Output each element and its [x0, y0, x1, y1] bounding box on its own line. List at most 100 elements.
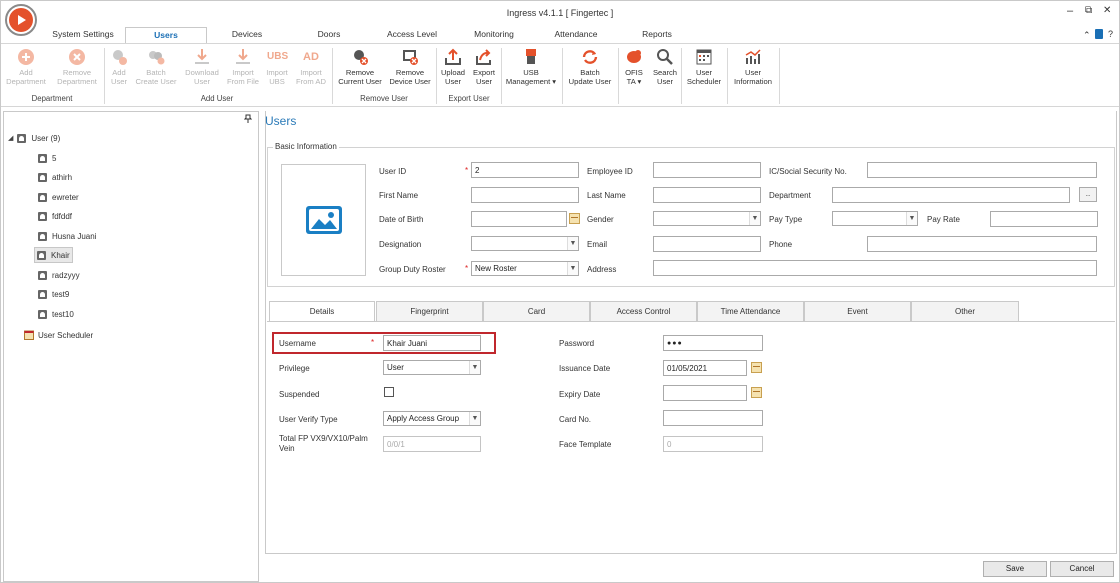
- privilege-value: User: [387, 363, 404, 372]
- tree-item-user[interactable]: Husna Juani: [36, 228, 98, 244]
- batch-update-user-button[interactable]: Batch Update User: [565, 48, 615, 86]
- address-field[interactable]: [653, 260, 1097, 276]
- upload-user-button[interactable]: Upload User: [438, 48, 468, 86]
- calendar-icon[interactable]: [751, 387, 762, 398]
- add-user-button[interactable]: Add User: [106, 48, 132, 86]
- tab-event[interactable]: Event: [804, 301, 911, 321]
- pay-rate-field[interactable]: [990, 211, 1098, 227]
- tree-item-user[interactable]: test9: [36, 286, 71, 302]
- tree-root-label: User (9): [31, 133, 61, 143]
- chevron-down-icon: ▼: [749, 212, 760, 225]
- import-ubs-button[interactable]: UBS Import UBS: [263, 48, 291, 86]
- tree-item-user[interactable]: fdfddf: [36, 208, 74, 224]
- tab-other[interactable]: Other: [911, 301, 1019, 321]
- tree-item-user-scheduler[interactable]: User Scheduler: [22, 327, 95, 343]
- privilege-dropdown[interactable]: User ▼: [383, 360, 481, 375]
- issuance-date-label: Issuance Date: [559, 364, 611, 373]
- designation-dropdown[interactable]: ▼: [471, 236, 579, 251]
- username-field[interactable]: Khair Juani: [383, 335, 481, 351]
- tree-item-user[interactable]: athirh: [36, 169, 74, 185]
- import-from-ad-button[interactable]: AD Import From AD: [294, 48, 328, 86]
- tab-attendance[interactable]: Attendance: [545, 29, 607, 39]
- department-label: Department: [769, 191, 811, 200]
- tab-devices[interactable]: Devices: [219, 29, 275, 39]
- user-verify-type-dropdown[interactable]: Apply Access Group ▼: [383, 411, 481, 426]
- first-name-field[interactable]: [471, 187, 579, 203]
- tab-system-settings[interactable]: System Settings: [45, 29, 121, 39]
- last-name-field[interactable]: [653, 187, 761, 203]
- user-icon: [38, 270, 47, 280]
- tab-monitoring[interactable]: Monitoring: [463, 29, 525, 39]
- remove-user-icon: [354, 50, 368, 65]
- tab-access-level[interactable]: Access Level: [379, 29, 445, 39]
- tab-users[interactable]: Users: [125, 27, 207, 44]
- batch-create-user-button[interactable]: Batch Create User: [134, 48, 178, 86]
- user-scheduler-button[interactable]: User Scheduler: [683, 48, 725, 86]
- ofis-ta-button[interactable]: OFIS TA ▾: [620, 48, 648, 86]
- usb-management-button[interactable]: USB Management ▾: [503, 48, 559, 86]
- tab-time-attendance[interactable]: Time Attendance: [697, 301, 804, 321]
- ubs-icon: UBS: [267, 51, 289, 62]
- cancel-button[interactable]: Cancel: [1050, 561, 1114, 577]
- user-id-field[interactable]: 2: [471, 162, 579, 178]
- suspended-checkbox[interactable]: [384, 387, 394, 397]
- issuance-date-field[interactable]: 01/05/2021: [663, 360, 747, 376]
- add-department-button[interactable]: Add Department: [3, 48, 49, 86]
- add-user-icon: [113, 50, 127, 65]
- ic-number-field[interactable]: [867, 162, 1097, 178]
- expiry-date-field[interactable]: [663, 385, 747, 401]
- ribbon-separator: [104, 48, 105, 104]
- tree-root[interactable]: ◢ User (9): [6, 130, 62, 146]
- search-user-button[interactable]: Search User: [651, 48, 679, 86]
- calendar-icon[interactable]: [751, 362, 762, 373]
- help-icon[interactable]: ?: [1108, 29, 1113, 39]
- department-field[interactable]: [832, 187, 1070, 203]
- tree-item-label: Husna Juani: [52, 231, 97, 241]
- pay-type-dropdown[interactable]: ▼: [832, 211, 918, 226]
- import-from-file-button[interactable]: Import From File: [225, 48, 261, 86]
- card-number-field[interactable]: [663, 410, 763, 426]
- export-user-button[interactable]: Export User: [469, 48, 499, 86]
- tree-item-user[interactable]: 5: [36, 150, 58, 166]
- tab-fingerprint[interactable]: Fingerprint: [376, 301, 483, 321]
- collapse-ribbon-icon[interactable]: ⌃: [1083, 30, 1091, 41]
- remove-device-user-button[interactable]: Remove Device User: [387, 48, 433, 86]
- chevron-down-icon: ▼: [567, 237, 578, 250]
- download-user-button[interactable]: Download User: [181, 48, 223, 86]
- collapse-arrow-icon[interactable]: ◢: [8, 134, 13, 142]
- restore-button[interactable]: ⧉: [1085, 5, 1092, 16]
- tree-item-user-selected[interactable]: Khair: [34, 247, 73, 263]
- save-button[interactable]: Save: [983, 561, 1047, 577]
- usb-management-label: USB Management ▾: [505, 68, 557, 86]
- employee-id-field[interactable]: [653, 162, 761, 178]
- ofis-icon: [627, 50, 641, 63]
- remove-department-button[interactable]: Remove Department: [53, 48, 101, 86]
- tab-reports[interactable]: Reports: [631, 29, 683, 39]
- tab-doors[interactable]: Doors: [301, 29, 357, 39]
- department-browse-button[interactable]: ..: [1079, 187, 1097, 202]
- email-field[interactable]: [653, 236, 761, 252]
- pay-type-label: Pay Type: [769, 215, 803, 224]
- group-add-user-label: Add User: [200, 94, 234, 103]
- user-photo[interactable]: [281, 164, 366, 276]
- group-duty-roster-dropdown[interactable]: New Roster ▼: [471, 261, 579, 276]
- tab-card[interactable]: Card: [483, 301, 590, 321]
- tree-item-user[interactable]: ewreter: [36, 189, 81, 205]
- date-of-birth-field[interactable]: [471, 211, 567, 227]
- minimize-button[interactable]: –: [1067, 5, 1073, 17]
- tab-details[interactable]: Details: [269, 301, 375, 322]
- office-icon[interactable]: [1095, 29, 1103, 39]
- tree-item-user[interactable]: radzyyy: [36, 267, 82, 283]
- app-logo[interactable]: [5, 4, 37, 36]
- close-button[interactable]: ✕: [1103, 5, 1111, 16]
- pin-icon[interactable]: [243, 114, 253, 125]
- calendar-icon[interactable]: [569, 213, 580, 224]
- user-information-button[interactable]: User Information: [730, 48, 776, 86]
- gender-dropdown[interactable]: ▼: [653, 211, 761, 226]
- phone-field[interactable]: [867, 236, 1097, 252]
- tree-item-user[interactable]: test10: [36, 306, 76, 322]
- tab-access-control[interactable]: Access Control: [590, 301, 697, 321]
- remove-current-user-button[interactable]: Remove Current User: [335, 48, 385, 86]
- total-fp-field: 0/0/1: [383, 436, 481, 452]
- password-field[interactable]: ●●●: [663, 335, 763, 351]
